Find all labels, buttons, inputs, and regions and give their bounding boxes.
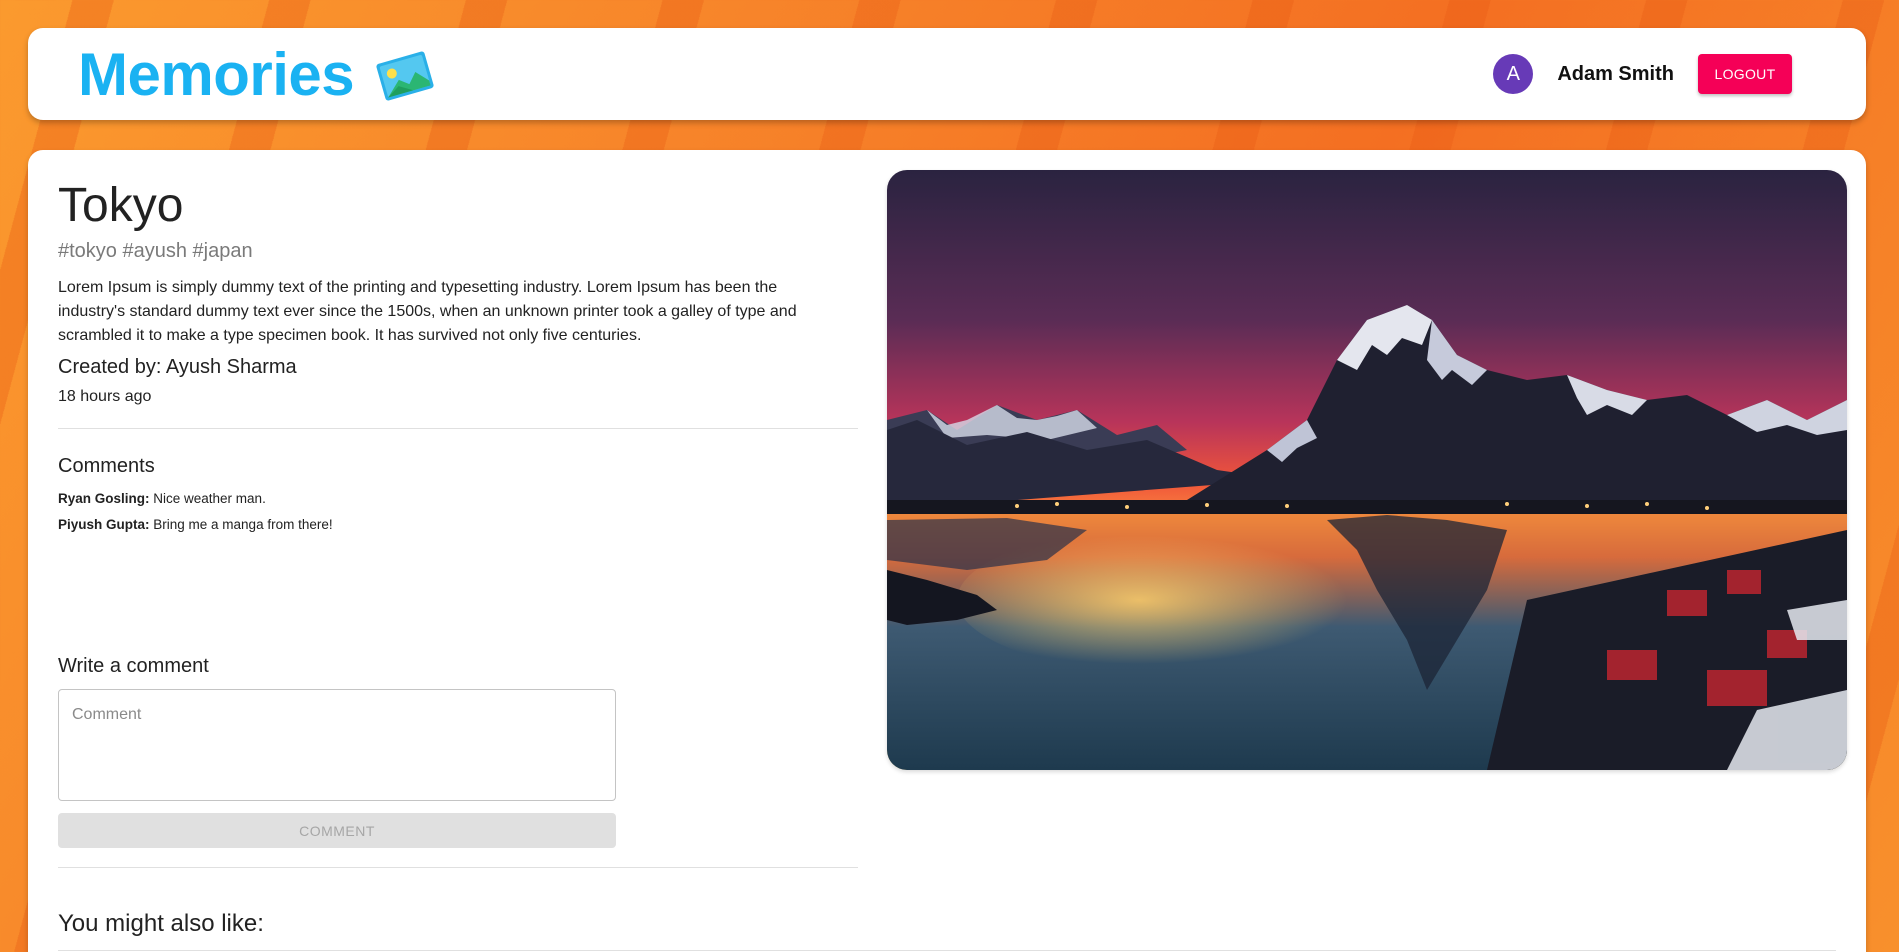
comment-author: Piyush Gupta: [58, 517, 150, 532]
divider [58, 867, 858, 868]
post-creator: Created by: Ayush Sharma [58, 356, 297, 378]
divider [58, 950, 1836, 951]
app-bar: Memories A Adam Smith LOGOUT [28, 28, 1866, 120]
comments-heading: Comments [58, 455, 155, 477]
write-comment-heading: Write a comment [58, 655, 209, 677]
post-tags: #tokyo #ayush #japan [58, 240, 253, 262]
post-timestamp: 18 hours ago [58, 388, 152, 405]
comment-item: Piyush Gupta: Bring me a manga from ther… [58, 517, 333, 532]
comment-text: Bring me a manga from there! [149, 517, 333, 532]
comment-text: Nice weather man. [149, 491, 266, 506]
photo-icon [374, 51, 436, 101]
recommended-heading: You might also like: [58, 910, 264, 937]
comment-item: Ryan Gosling: Nice weather man. [58, 491, 266, 506]
avatar[interactable]: A [1493, 54, 1534, 94]
user-name: Adam Smith [1557, 62, 1674, 85]
comment-submit-button[interactable]: COMMENT [58, 813, 616, 848]
post-image [887, 170, 1847, 770]
divider [58, 428, 858, 429]
logout-button[interactable]: LOGOUT [1698, 54, 1792, 94]
post-title: Tokyo [58, 179, 184, 232]
brand[interactable]: Memories [78, 28, 436, 120]
post-message: Lorem Ipsum is simply dummy text of the … [58, 279, 797, 344]
post-details-card: Tokyo #tokyo #ayush #japan Lorem Ipsum i… [28, 150, 1866, 952]
user-area: A Adam Smith LOGOUT [1493, 28, 1792, 120]
brand-title[interactable]: Memories [78, 40, 355, 109]
comment-author: Ryan Gosling: [58, 491, 150, 506]
comment-input[interactable] [58, 689, 616, 801]
